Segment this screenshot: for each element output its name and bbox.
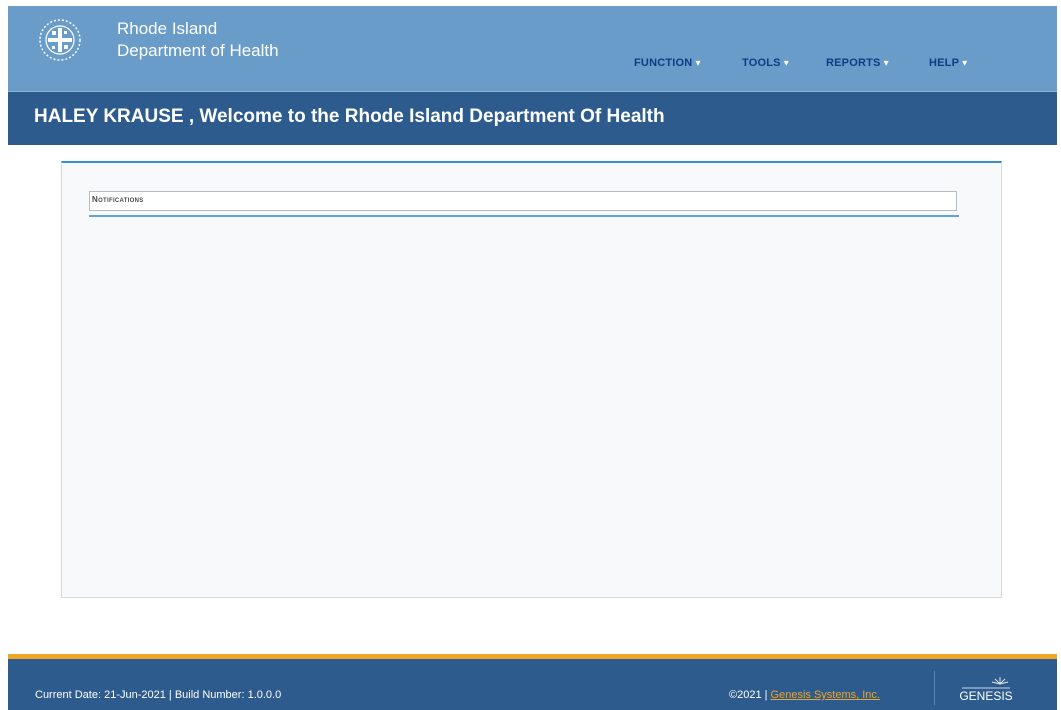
- welcome-message: HALEY KRAUSE , Welcome to the Rhode Isla…: [34, 106, 665, 127]
- footer-status: Current Date: 21-Jun-2021 | Build Number…: [35, 689, 282, 701]
- nav-help-menu[interactable]: HELP ▾: [929, 57, 967, 69]
- nav-tools-menu[interactable]: TOOLS ▾: [742, 57, 789, 69]
- nav-help-label: HELP: [929, 57, 960, 69]
- chevron-down-icon: ▾: [695, 58, 701, 69]
- main-panel: Notifications: [61, 161, 1002, 598]
- chevron-down-icon: ▾: [962, 58, 968, 69]
- footer-copyright: ©2021 | Genesis Systems, Inc.: [729, 689, 880, 701]
- notifications-divider: [89, 215, 959, 217]
- nav-reports-menu[interactable]: REPORTS ▾: [826, 57, 889, 69]
- copyright-text: ©2021 |: [729, 689, 771, 701]
- brand-line-state: Rhode Island: [117, 19, 218, 38]
- genesis-logo-icon: GENESIS: [959, 677, 1013, 703]
- site-footer: Current Date: 21-Jun-2021 | Build Number…: [8, 659, 1057, 710]
- nav-function-label: FUNCTION: [634, 57, 693, 69]
- nav-function-menu[interactable]: FUNCTION ▾: [634, 57, 701, 69]
- chevron-down-icon: ▾: [783, 58, 789, 69]
- notifications-title: Notifications: [92, 195, 144, 204]
- department-name[interactable]: Rhode Island Department of Health: [117, 18, 279, 62]
- notifications-header: Notifications: [89, 191, 957, 211]
- ri-health-seal-icon[interactable]: [39, 19, 81, 61]
- nav-tools-label: TOOLS: [742, 57, 781, 69]
- chevron-down-icon: ▾: [883, 58, 889, 69]
- company-link[interactable]: Genesis Systems, Inc.: [771, 689, 880, 701]
- main-nav: FUNCTION ▾ TOOLS ▾ REPORTS ▾ HELP ▾: [8, 57, 1057, 73]
- genesis-logo-text: GENESIS: [959, 689, 1012, 703]
- welcome-banner: HALEY KRAUSE , Welcome to the Rhode Isla…: [8, 91, 1057, 145]
- site-header: Rhode Island Department of Health FUNCTI…: [8, 6, 1057, 91]
- nav-reports-label: REPORTS: [826, 57, 881, 69]
- footer-divider: [934, 671, 935, 705]
- page: Rhode Island Department of Health FUNCTI…: [0, 0, 1061, 710]
